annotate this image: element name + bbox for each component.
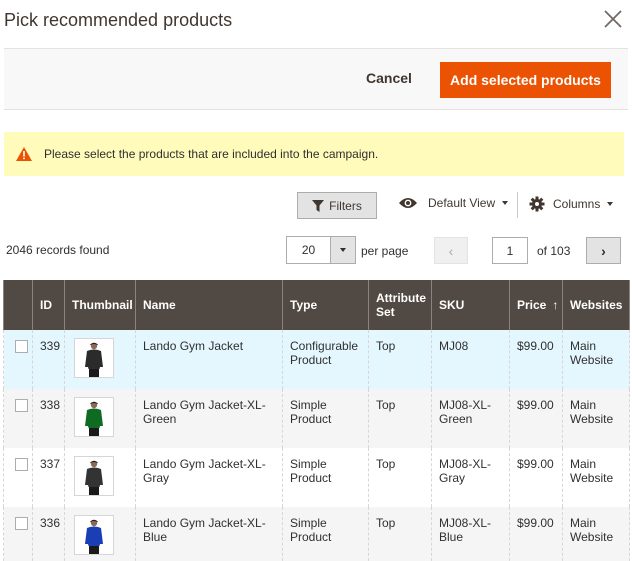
thumbnail-cell	[64, 330, 136, 389]
price-cell: $99.00	[509, 507, 563, 561]
modal-action-bar: Cancel Add selected products	[4, 48, 628, 110]
websites-cell: Main Website	[562, 330, 630, 389]
websites-cell: Main Website	[562, 507, 630, 561]
modal-title: Pick recommended products	[4, 10, 233, 30]
select-cell	[3, 448, 33, 507]
warning-message: Please select the products that are incl…	[4, 132, 624, 176]
column-header-attribute-set[interactable]: Attribute Set	[368, 280, 432, 330]
eye-icon	[399, 198, 417, 208]
toolbar-divider	[517, 192, 518, 218]
per-page-value[interactable]: 20	[287, 237, 331, 263]
columns-dropdown[interactable]: Columns	[529, 196, 614, 212]
name-cell: Lando Gym Jacket-XL-Green	[135, 389, 283, 448]
close-icon	[604, 10, 622, 28]
products-grid: ID Thumbnail Name Type Attribute Set SKU…	[3, 280, 630, 561]
chevron-down-icon	[607, 202, 614, 206]
row-checkbox[interactable]	[15, 458, 28, 471]
filter-icon	[312, 199, 325, 212]
name-cell: Lando Gym Jacket	[135, 330, 283, 389]
name-cell: Lando Gym Jacket-XL-Blue	[135, 507, 283, 561]
per-page-toggle[interactable]	[331, 237, 355, 263]
select-cell	[3, 330, 33, 389]
row-checkbox[interactable]	[15, 517, 28, 530]
price-header-label: Price	[517, 298, 547, 312]
column-header-sku[interactable]: SKU	[431, 280, 510, 330]
type-cell: Simple Product	[282, 389, 369, 448]
per-page-select[interactable]: 20	[286, 236, 356, 264]
page-total: of 103	[537, 244, 571, 258]
caret-down-icon	[340, 248, 346, 252]
column-header-websites[interactable]: Websites	[562, 280, 630, 330]
type-cell: Simple Product	[282, 507, 369, 561]
close-button[interactable]	[600, 6, 626, 32]
records-found: 2046 records found	[6, 243, 110, 257]
column-header-type[interactable]: Type	[282, 280, 369, 330]
jacket-image-icon	[85, 519, 103, 554]
table-row[interactable]: 336 Lando Gym Jacket-XL-Blue Simple Produc…	[3, 507, 630, 561]
add-selected-products-button[interactable]: Add selected products	[440, 62, 611, 98]
grid-header-row: ID Thumbnail Name Type Attribute Set SKU…	[3, 280, 630, 330]
sku-cell: MJ08-XL-Blue	[431, 507, 510, 561]
row-checkbox[interactable]	[15, 340, 28, 353]
product-thumbnail[interactable]	[74, 338, 114, 378]
product-thumbnail[interactable]	[74, 456, 114, 496]
id-cell: 339	[32, 330, 65, 389]
message-text: Please select the products that are incl…	[44, 147, 379, 161]
columns-label: Columns	[553, 197, 601, 211]
id-cell: 338	[32, 389, 65, 448]
column-header-id[interactable]: ID	[32, 280, 65, 330]
gear-icon	[529, 196, 545, 212]
column-header-price[interactable]: Price ↑	[509, 280, 563, 330]
filters-button[interactable]: Filters	[297, 192, 377, 219]
attribute-set-cell: Top	[368, 507, 432, 561]
column-header-name[interactable]: Name	[135, 280, 283, 330]
default-view-label: Default View	[428, 196, 496, 210]
sku-cell: MJ08-XL-Green	[431, 389, 510, 448]
table-row[interactable]: 338 Lando Gym Jacket-XL-Green Simple Produ…	[3, 389, 630, 448]
sort-ascending-icon: ↑	[552, 298, 559, 312]
name-cell: Lando Gym Jacket-XL-Gray	[135, 448, 283, 507]
row-checkbox[interactable]	[15, 399, 28, 412]
thumbnail-cell	[64, 389, 136, 448]
current-page-input[interactable]	[492, 237, 528, 264]
table-row[interactable]: 339 Lando Gym Jacket Configurable Product T…	[3, 330, 630, 389]
column-header-select	[3, 280, 33, 330]
attribute-set-cell: Top	[368, 448, 432, 507]
cancel-button[interactable]: Cancel	[366, 70, 412, 86]
product-thumbnail[interactable]	[74, 397, 114, 437]
price-cell: $99.00	[509, 448, 563, 507]
select-cell	[3, 389, 33, 448]
warning-icon	[16, 147, 32, 161]
price-cell: $99.00	[509, 389, 563, 448]
thumbnail-cell	[64, 507, 136, 561]
previous-page-button[interactable]: ‹	[434, 237, 468, 264]
id-cell: 337	[32, 448, 65, 507]
sku-cell: MJ08-XL-Gray	[431, 448, 510, 507]
default-view-dropdown[interactable]: Default View	[398, 196, 509, 210]
id-cell: 336	[32, 507, 65, 561]
filters-label: Filters	[329, 198, 362, 213]
select-cell	[3, 507, 33, 561]
sku-cell: MJ08	[431, 330, 510, 389]
per-page-label: per page	[361, 244, 409, 258]
jacket-image-icon	[85, 342, 103, 377]
thumbnail-cell	[64, 448, 136, 507]
attribute-set-cell: Top	[368, 330, 432, 389]
product-thumbnail[interactable]	[74, 515, 114, 555]
websites-cell: Main Website	[562, 448, 630, 507]
jacket-image-icon	[85, 401, 103, 436]
jacket-image-icon	[85, 460, 103, 495]
chevron-left-icon: ‹	[448, 242, 454, 259]
type-cell: Configurable Product	[282, 330, 369, 389]
next-page-button[interactable]: ›	[586, 237, 621, 264]
websites-cell: Main Website	[562, 389, 630, 448]
table-row[interactable]: 337 Lando Gym Jacket-XL-Gray Simple Produc…	[3, 448, 630, 507]
column-header-thumbnail[interactable]: Thumbnail	[64, 280, 136, 330]
type-cell: Simple Product	[282, 448, 369, 507]
price-cell: $99.00	[509, 330, 563, 389]
chevron-right-icon: ›	[601, 242, 606, 259]
chevron-down-icon	[502, 201, 509, 205]
attribute-set-cell: Top	[368, 389, 432, 448]
